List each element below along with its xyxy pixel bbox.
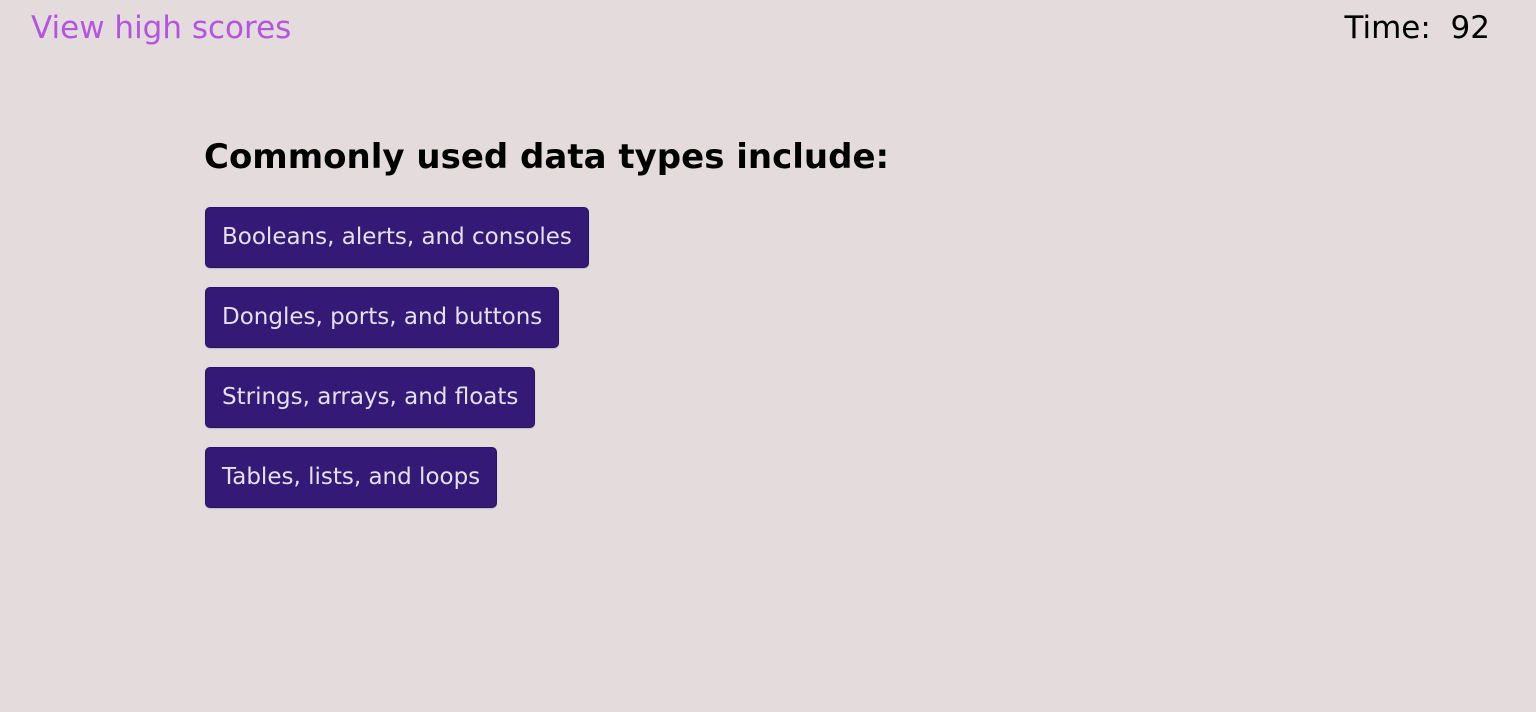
answer-button-1[interactable]: Booleans, alerts, and consoles [205,207,589,268]
page-header: View high scores Time: 92 [0,0,1536,56]
answer-list: Booleans, alerts, and consoles Dongles, … [204,207,889,508]
answer-button-4[interactable]: Tables, lists, and loops [205,447,498,508]
timer-value: 92 [1450,10,1490,46]
question-title: Commonly used data types include: [204,137,890,177]
timer: Time: 92 [1345,10,1490,46]
timer-label: Time: [1344,10,1431,46]
quiz-container: Commonly used data types include: Boolea… [204,136,889,527]
answer-button-3[interactable]: Strings, arrays, and floats [205,367,536,428]
answer-button-2[interactable]: Dongles, ports, and buttons [205,287,560,348]
view-high-scores-link[interactable]: View high scores [31,10,291,46]
